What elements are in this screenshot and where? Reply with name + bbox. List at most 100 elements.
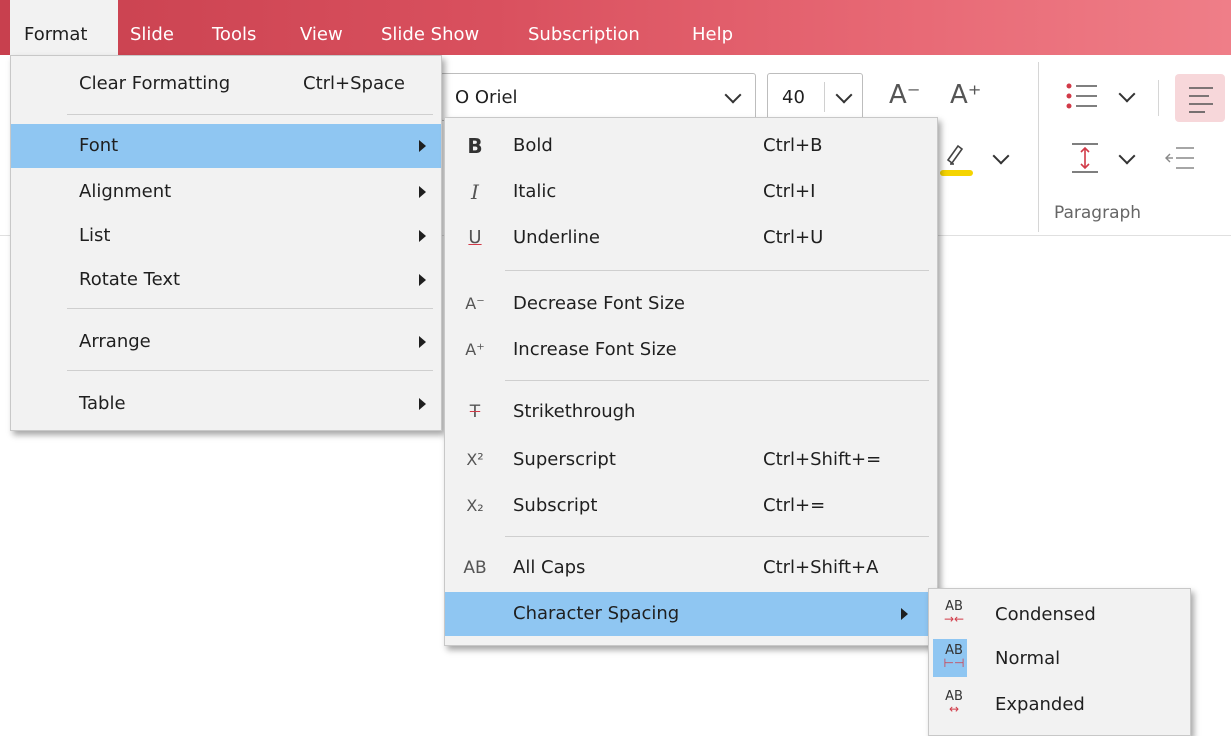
menu-item-decrease-font-size[interactable]: A⁻ Decrease Font Size — [445, 282, 937, 326]
font-name-value: O Oriel — [455, 87, 518, 108]
bullet-list-icon[interactable] — [1065, 80, 1105, 114]
all-caps-icon: AB — [463, 558, 487, 578]
menu-item-label: Expanded — [995, 694, 1085, 715]
menu-item-italic[interactable]: I Italic Ctrl+I — [445, 170, 937, 214]
menu-item-all-caps[interactable]: AB All Caps Ctrl+Shift+A — [445, 546, 937, 590]
menu-item-label: Arrange — [79, 331, 151, 352]
increase-font-size-icon: A⁺ — [465, 340, 485, 359]
menu-item-font[interactable]: Font — [11, 124, 441, 168]
normal-spacing-icon: AB ⊢⊣ — [943, 643, 965, 670]
submenu-arrow-icon — [419, 336, 426, 348]
menu-item-label: Superscript — [513, 449, 616, 470]
menu-item-increase-font-size[interactable]: A⁺ Increase Font Size — [445, 328, 937, 372]
menu-help[interactable]: Help — [692, 0, 733, 55]
menu-item-list[interactable]: List — [11, 214, 441, 258]
chevron-down-icon — [724, 86, 742, 104]
submenu-arrow-icon — [419, 274, 426, 286]
submenu-arrow-icon — [901, 608, 908, 620]
menu-item-label: Strikethrough — [513, 401, 636, 422]
menu-item-label: Character Spacing — [513, 603, 680, 624]
decrease-font-size-icon[interactable]: A⁻ — [889, 80, 921, 110]
submenu-arrow-icon — [419, 186, 426, 198]
increase-font-size-icon[interactable]: A⁺ — [950, 80, 982, 110]
font-name-combobox[interactable]: O Oriel — [440, 73, 756, 121]
decrease-font-size-icon: A⁻ — [465, 294, 485, 313]
menu-item-label: Decrease Font Size — [513, 293, 685, 314]
menu-item-rotate-text[interactable]: Rotate Text — [11, 258, 441, 302]
menu-item-shortcut: Ctrl+Shift+A — [763, 557, 879, 578]
font-submenu: B Bold Ctrl+B I Italic Ctrl+I U Underlin… — [444, 117, 938, 646]
divider — [1038, 62, 1039, 232]
menu-item-label: Normal — [995, 648, 1061, 669]
menu-separator — [67, 370, 433, 371]
menu-item-shortcut: Ctrl+I — [763, 181, 816, 202]
menu-item-label: Font — [79, 135, 119, 156]
italic-icon: I — [471, 180, 479, 204]
menu-separator — [505, 270, 929, 271]
menu-slide-show[interactable]: Slide Show — [381, 0, 479, 55]
submenu-arrow-icon — [419, 140, 426, 152]
menu-item-subscript[interactable]: X₂ Subscript Ctrl+= — [445, 484, 937, 528]
menu-item-label: Clear Formatting — [79, 73, 231, 94]
submenu-arrow-icon — [419, 398, 426, 410]
submenu-arrow-icon — [419, 230, 426, 242]
menu-item-label: List — [79, 225, 111, 246]
menu-item-character-spacing[interactable]: Character Spacing — [445, 592, 937, 636]
menu-item-superscript[interactable]: X² Superscript Ctrl+Shift+= — [445, 438, 937, 482]
menu-item-label: Rotate Text — [79, 269, 181, 290]
menu-item-clear-formatting[interactable]: Clear Formatting Ctrl+Space — [11, 62, 441, 106]
menu-separator — [67, 308, 433, 309]
decrease-indent-icon[interactable] — [1160, 142, 1200, 174]
menu-item-shortcut: Ctrl+U — [763, 227, 824, 248]
underline-icon: U — [468, 227, 482, 248]
menu-item-bold[interactable]: B Bold Ctrl+B — [445, 124, 937, 168]
menu-separator — [67, 114, 433, 115]
menu-item-label: Table — [79, 393, 126, 414]
menu-view[interactable]: View — [300, 0, 343, 55]
menu-item-normal[interactable]: AB ⊢⊣ Normal — [929, 637, 1190, 681]
menu-item-label: Bold — [513, 135, 553, 156]
align-left-button[interactable] — [1175, 74, 1225, 122]
menu-separator — [505, 536, 929, 537]
menu-slide[interactable]: Slide — [130, 0, 174, 55]
menu-item-expanded[interactable]: AB ↔ Expanded — [929, 683, 1190, 727]
menu-bar: Format Slide Tools View Slide Show Subsc… — [0, 0, 1231, 55]
menu-item-strikethrough[interactable]: T Strikethrough — [445, 390, 937, 434]
font-size-value: 40 — [782, 87, 805, 108]
menu-separator — [505, 380, 929, 381]
subscript-icon: X₂ — [466, 496, 484, 515]
highlight-color-icon[interactable] — [940, 140, 970, 170]
menu-format[interactable]: Format — [10, 0, 118, 55]
menu-item-alignment[interactable]: Alignment — [11, 170, 441, 214]
bold-icon: B — [467, 134, 483, 158]
line-spacing-icon[interactable] — [1068, 140, 1102, 176]
menu-item-shortcut: Ctrl+= — [763, 495, 826, 516]
chevron-down-icon — [835, 86, 853, 104]
character-spacing-submenu: AB →← Condensed AB ⊢⊣ Normal AB ↔ Expanded — [928, 588, 1191, 736]
menu-item-table[interactable]: Table — [11, 382, 441, 426]
menu-item-shortcut: Ctrl+B — [763, 135, 823, 156]
expanded-spacing-icon: AB ↔ — [945, 689, 963, 716]
condensed-spacing-icon: AB →← — [943, 599, 965, 626]
menu-item-label: Underline — [513, 227, 600, 248]
menu-item-label: Increase Font Size — [513, 339, 677, 360]
menu-subscription[interactable]: Subscription — [528, 0, 640, 55]
superscript-icon: X² — [466, 450, 484, 469]
menu-item-label: Italic — [513, 181, 557, 202]
paragraph-group-label: Paragraph — [1054, 203, 1142, 223]
menu-item-shortcut: Ctrl+Space — [303, 73, 405, 94]
highlight-color-swatch — [940, 170, 973, 176]
menu-item-shortcut: Ctrl+Shift+= — [763, 449, 882, 470]
divider — [1158, 80, 1159, 116]
menu-tools[interactable]: Tools — [212, 0, 256, 55]
strikethrough-icon: T — [469, 402, 481, 422]
menu-item-condensed[interactable]: AB →← Condensed — [929, 593, 1190, 637]
menu-item-arrange[interactable]: Arrange — [11, 320, 441, 364]
menu-item-label: Alignment — [79, 181, 172, 202]
format-menu: Clear Formatting Ctrl+Space Font Alignme… — [10, 55, 442, 431]
divider — [824, 82, 825, 112]
font-size-combobox[interactable]: 40 — [767, 73, 863, 121]
menu-format-label: Format — [24, 24, 88, 45]
menu-item-label: All Caps — [513, 557, 586, 578]
menu-item-underline[interactable]: U Underline Ctrl+U — [445, 216, 937, 260]
